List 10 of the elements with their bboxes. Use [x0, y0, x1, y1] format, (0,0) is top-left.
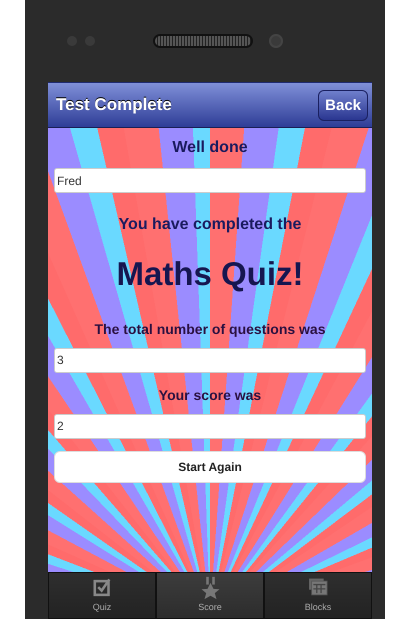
name-field[interactable]: Fred: [54, 168, 366, 193]
back-button[interactable]: Back: [318, 90, 368, 120]
header-title: Test Complete: [56, 94, 172, 116]
tab-button[interactable]: Blocks: [264, 572, 372, 619]
tab-button[interactable]: Score: [156, 572, 264, 619]
camera-lens: [269, 34, 283, 48]
tab-button[interactable]: Quiz: [48, 572, 156, 619]
start-again-button[interactable]: Start Again: [54, 450, 366, 482]
total-field[interactable]: 3: [54, 348, 366, 372]
score-field[interactable]: 2: [54, 414, 366, 438]
